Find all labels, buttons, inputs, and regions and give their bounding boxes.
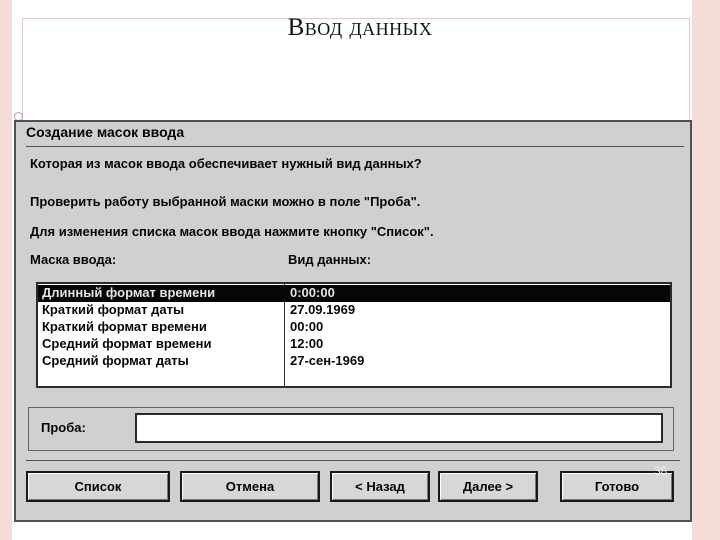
slide-title: Ввод данных <box>287 14 433 41</box>
cancel-button[interactable]: Отмена <box>180 471 320 502</box>
list-item-mask: Средний формат даты <box>42 353 189 368</box>
dialog-title: Создание масок ввода <box>26 124 185 140</box>
input-mask-list[interactable]: Длинный формат времени 0:00:00 Краткий ф… <box>36 282 672 388</box>
list-item-data: 27.09.1969 <box>290 302 356 317</box>
probe-group: Проба: <box>28 407 674 451</box>
list-item-data: 27-сен-1969 <box>290 353 365 368</box>
input-mask-wizard-dialog: Создание масок ввода Которая из масок вв… <box>14 120 692 522</box>
back-button[interactable]: < Назад <box>330 471 430 502</box>
list-item[interactable]: Краткий формат даты 27.09.1969 <box>38 302 670 319</box>
slide-left-strip <box>0 0 12 540</box>
list-item-data: 00:00 <box>290 319 324 334</box>
list-item-mask: Средний формат времени <box>42 336 212 351</box>
next-button[interactable]: Далее > <box>438 471 538 502</box>
list-item[interactable]: Средний формат времени 12:00 <box>38 336 670 353</box>
list-item[interactable]: Средний формат даты 27-сен-1969 <box>38 353 670 370</box>
probe-label: Проба: <box>41 420 86 435</box>
dialog-hint-probe: Проверить работу выбранной маски можно в… <box>30 194 421 209</box>
column-header-data: Вид данных: <box>288 252 372 267</box>
column-header-mask: Маска ввода: <box>30 252 117 267</box>
buttons-divider <box>26 460 680 461</box>
list-item-data: 12:00 <box>290 336 324 351</box>
dialog-hint-list: Для изменения списка масок ввода нажмите… <box>30 224 434 239</box>
list-item-mask: Краткий формат даты <box>42 302 185 317</box>
probe-input[interactable] <box>135 413 663 443</box>
dialog-question: Которая из масок ввода обеспечивает нужн… <box>30 156 422 171</box>
list-item-mask: Краткий формат времени <box>42 319 207 334</box>
slide-right-strip <box>692 0 720 540</box>
list-item-mask: Длинный формат времени <box>42 285 216 300</box>
list-item-data: 0:00:00 <box>290 285 335 300</box>
title-divider <box>26 146 684 147</box>
list-item[interactable]: Длинный формат времени 0:00:00 <box>38 285 670 302</box>
page-number: 38 <box>654 464 668 478</box>
list-item[interactable]: Краткий формат времени 00:00 <box>38 319 670 336</box>
list-button[interactable]: Список <box>26 471 170 502</box>
